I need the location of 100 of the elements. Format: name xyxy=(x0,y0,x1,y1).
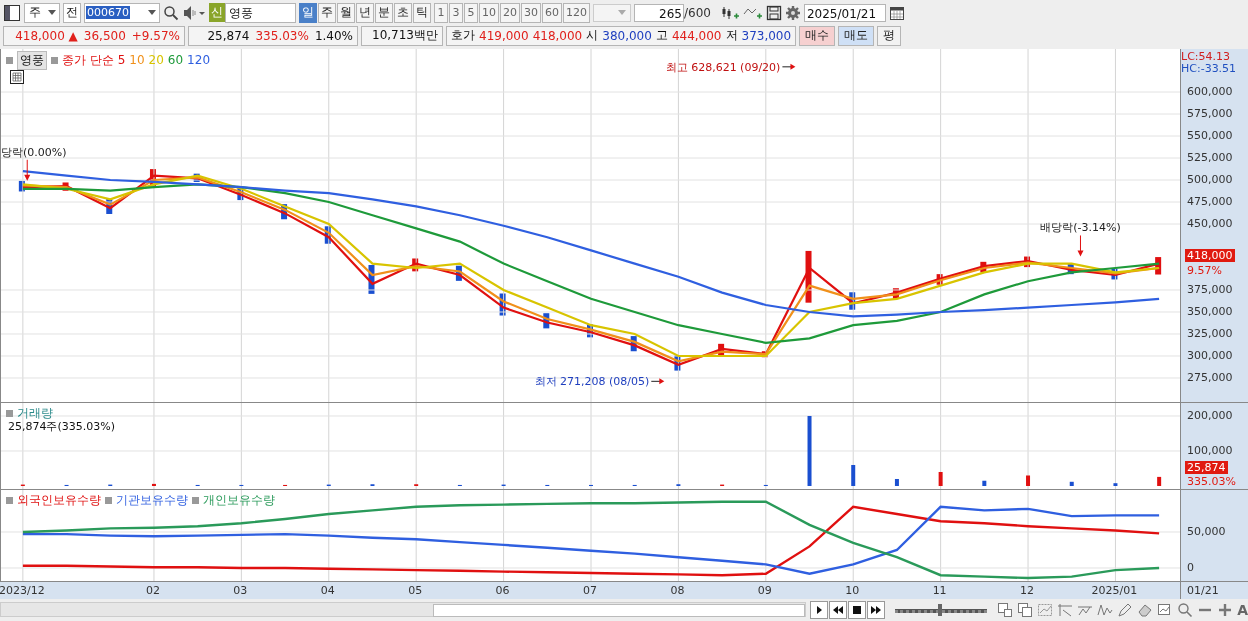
quote-value: 418,000 ▲ xyxy=(15,28,78,43)
axis-label: 09 xyxy=(757,583,772,597)
axis-label: 475,000 xyxy=(1187,194,1233,208)
calendar-icon[interactable] xyxy=(888,4,905,21)
crosshair-icon[interactable] xyxy=(1057,601,1074,618)
interval-button[interactable]: 20 xyxy=(500,2,520,23)
legend-marker xyxy=(105,496,112,504)
pencil-icon[interactable] xyxy=(1117,601,1134,618)
axis-label: 275,000 xyxy=(1187,370,1233,384)
period-tab[interactable]: 초 xyxy=(394,2,412,23)
volume-bar xyxy=(1157,476,1162,486)
quote-value: +9.57% xyxy=(131,28,180,43)
legend-label: 20 xyxy=(148,53,164,68)
stock-name-field[interactable]: 영풍 xyxy=(225,2,296,23)
quote-value: 419,000 xyxy=(479,28,529,43)
axis-label: 03 xyxy=(233,583,248,597)
volume-bar xyxy=(1069,481,1074,486)
annotation-label: 최저 271,208 (08/05) xyxy=(534,374,650,388)
marker-arrow xyxy=(650,377,665,384)
settings-icon[interactable] xyxy=(784,4,801,21)
ratio-tag: 335.03% xyxy=(1187,474,1236,488)
axis-label: 375,000 xyxy=(1187,282,1233,296)
trade-button[interactable]: 매수 xyxy=(799,25,836,46)
stock-label[interactable]: 영풍 xyxy=(17,50,47,70)
mode-button[interactable]: 전 xyxy=(63,2,81,23)
rewind-icon[interactable] xyxy=(828,600,847,619)
quote-label: 시 xyxy=(586,27,599,45)
zoom-slider[interactable] xyxy=(894,601,988,618)
interval-button[interactable]: 30 xyxy=(521,2,541,23)
axis-label: 2025/01 xyxy=(1091,583,1138,597)
font-button[interactable]: A xyxy=(1237,601,1248,618)
interval-button[interactable]: 3 xyxy=(449,2,463,23)
play-icon[interactable] xyxy=(809,600,828,619)
table-icon[interactable] xyxy=(10,69,24,84)
interval-button[interactable]: 120 xyxy=(563,2,590,23)
period-tab[interactable]: 일 xyxy=(299,2,317,23)
fast-forward-icon[interactable] xyxy=(866,600,885,619)
interval-button[interactable]: 5 xyxy=(464,2,478,23)
axis-label: 0 xyxy=(1187,560,1194,574)
scrollbar[interactable] xyxy=(0,602,806,618)
interval-button[interactable]: 10 xyxy=(479,2,499,23)
pane-title: 거래량 xyxy=(17,404,53,422)
quote-label: 저 xyxy=(725,27,738,45)
caret-icon[interactable] xyxy=(148,10,156,16)
window-add-icon[interactable] xyxy=(997,601,1014,618)
volume-bar xyxy=(851,464,856,486)
count-max: /600 xyxy=(684,5,711,20)
panel-icon[interactable] xyxy=(3,3,21,22)
axis-label: 04 xyxy=(320,583,335,597)
period-tab[interactable]: 월 xyxy=(337,2,355,23)
period-tab[interactable]: 분 xyxy=(375,2,393,23)
volume-bar xyxy=(1113,482,1118,486)
volume-bar xyxy=(982,480,987,486)
legend-label: 외국인보유수량 xyxy=(17,491,101,509)
slider-thumb[interactable] xyxy=(937,603,942,616)
legend-marker xyxy=(6,496,13,504)
market-dropdown[interactable]: 주 xyxy=(24,2,60,23)
price-tag: 418,000 xyxy=(1185,249,1235,263)
annotation-label: 당락(0.00%) xyxy=(1,145,67,159)
trade-button[interactable]: 매도 xyxy=(838,25,875,46)
trade-button[interactable]: 평 xyxy=(877,25,902,46)
marker-arrow xyxy=(781,63,796,70)
axis-label: 05 xyxy=(408,583,423,597)
quote-value: 373,000 xyxy=(741,28,792,43)
marker-arrow xyxy=(24,158,31,181)
count-field[interactable]: 265 xyxy=(634,3,684,22)
hc-value: HC:-33.51 xyxy=(1181,61,1237,75)
zoom-in-icon[interactable] xyxy=(1217,601,1234,618)
period-tab[interactable]: 년 xyxy=(356,2,374,23)
volume-tag: 25,874 xyxy=(1185,460,1228,474)
axis-label: 07 xyxy=(583,583,597,597)
search-icon[interactable] xyxy=(1177,601,1194,618)
code-field[interactable]: 000670 xyxy=(84,2,160,23)
interval-button[interactable]: 1 xyxy=(434,2,448,23)
quote-label: 고 xyxy=(655,27,668,45)
change-tag: 9.57% xyxy=(1187,264,1222,278)
axis-label: 02 xyxy=(145,583,160,597)
stop-icon[interactable] xyxy=(847,600,866,619)
axis-label: 600,000 xyxy=(1187,84,1233,98)
period-tab[interactable]: 틱 xyxy=(413,2,431,23)
search-icon[interactable] xyxy=(163,4,179,21)
axis-label: 10 xyxy=(845,583,860,597)
period-tab[interactable]: 주 xyxy=(318,2,336,23)
axis-label: 01/21 xyxy=(1187,583,1219,597)
axis-label: 300,000 xyxy=(1187,348,1233,362)
axis-label: 08 xyxy=(670,583,685,597)
axis-label: 200,000 xyxy=(1187,408,1233,422)
axis-label: 575,000 xyxy=(1187,106,1233,120)
quote-value: 335.03% xyxy=(255,28,309,43)
volume-readout: 25,874주(335.03%) xyxy=(8,419,115,434)
save-icon[interactable] xyxy=(765,4,782,21)
quote-value: 418,000 xyxy=(532,28,583,43)
date-field[interactable]: 2025/01/21 xyxy=(803,3,886,22)
caret-icon[interactable] xyxy=(47,10,56,16)
axis-label: 325,000 xyxy=(1187,326,1233,340)
interval-button[interactable]: 60 xyxy=(542,2,562,23)
volume-bar xyxy=(894,478,899,486)
axis-label: 12 xyxy=(1020,583,1035,597)
legend-marker xyxy=(51,56,58,64)
window-stack-icon[interactable] xyxy=(1017,601,1034,618)
